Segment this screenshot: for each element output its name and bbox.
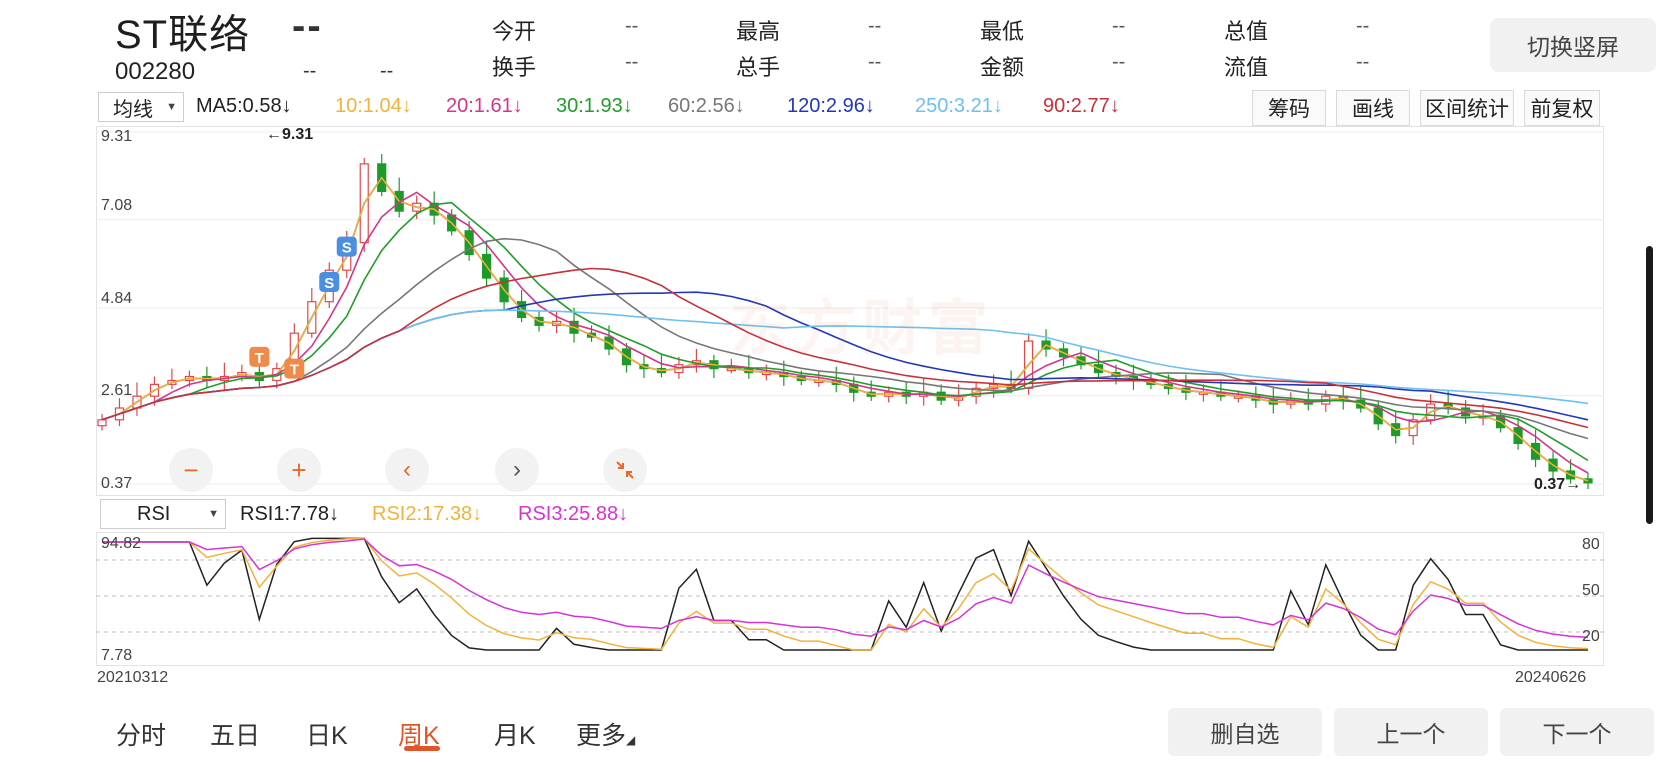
chevron-down-icon: ▼ xyxy=(166,101,177,113)
candle-body xyxy=(97,419,107,427)
quote-label-float-value: 流值 xyxy=(1224,55,1269,80)
zoom-out-button[interactable]: − xyxy=(169,448,213,492)
rsi-level-20: 20 xyxy=(1582,628,1600,645)
scroll-right-button[interactable]: › xyxy=(495,448,539,492)
quote-value-float-value: -- xyxy=(1356,51,1370,73)
rsi2-value: RSI2:17.38↓ xyxy=(372,503,483,525)
date-end-label: 20240626 xyxy=(1515,669,1587,686)
rsi1-line xyxy=(102,537,1588,651)
rsi-chart[interactable] xyxy=(96,532,1604,666)
corner-triangle-icon: ◢ xyxy=(626,733,636,747)
ma20-value: 20:1.61↓ xyxy=(446,95,523,117)
marker-label: S xyxy=(324,275,334,292)
stock-name: ST联络 xyxy=(115,13,251,57)
quote-value-volume: -- xyxy=(868,51,882,73)
zoom-in-button[interactable]: + xyxy=(277,448,321,492)
y-tick-label: 9.31 xyxy=(101,128,133,145)
quote-value-low: -- xyxy=(1112,15,1126,37)
tab-monthly-k[interactable]: 月K xyxy=(494,716,536,752)
chevron-right-icon: › xyxy=(513,456,521,483)
trade-marker: S xyxy=(336,236,357,257)
date-start-label: 20210312 xyxy=(97,669,169,686)
reset-zoom-button[interactable] xyxy=(603,448,647,492)
tab-more-label: 更多 xyxy=(576,722,627,750)
y-tick-label: 7.08 xyxy=(101,197,133,214)
ma10-value: 10:1.04↓ xyxy=(335,95,412,117)
price-change-pct: -- xyxy=(380,60,394,82)
chevron-left-icon: ‹ xyxy=(403,456,411,483)
ma30-value: 30:1.93↓ xyxy=(556,95,633,117)
trade-marker: T xyxy=(249,346,270,367)
tab-more[interactable]: 更多◢ xyxy=(576,716,635,752)
rsi-min-label: 7.78 xyxy=(101,647,133,664)
ma250-value: 250:3.21↓ xyxy=(915,95,1003,117)
trade-marker: S xyxy=(319,272,340,293)
rsi2-line xyxy=(102,537,1589,651)
chip-distribution-button[interactable]: 筹码 xyxy=(1252,90,1326,126)
tab-intraday[interactable]: 分时 xyxy=(116,716,166,752)
low-price-annotation: 0.37→ xyxy=(1534,476,1582,493)
range-stats-button[interactable]: 区间统计 xyxy=(1420,90,1514,126)
quote-value-open: -- xyxy=(625,15,639,37)
quote-label-high: 最高 xyxy=(736,19,781,44)
quote-label-open: 今开 xyxy=(492,19,537,44)
ma-type-select[interactable]: 均线 ▼ xyxy=(98,92,184,122)
ma120-value: 120:2.96↓ xyxy=(787,95,875,117)
collapse-arrows-icon xyxy=(616,461,634,479)
quote-value-high: -- xyxy=(868,15,882,37)
rsi-max-label: 94.82 xyxy=(101,535,142,552)
rsi-type-label: RSI xyxy=(137,502,171,525)
y-tick-label: 0.37 xyxy=(101,475,133,492)
ma5-value: MA5:0.58↓ xyxy=(196,95,292,117)
watermark: 东方财富 xyxy=(730,295,994,362)
marker-label: T xyxy=(255,350,264,367)
quote-label-total-value: 总值 xyxy=(1224,19,1269,44)
stock-price: -- xyxy=(292,4,323,48)
tab-daily-k[interactable]: 日K xyxy=(306,716,348,752)
forward-adjust-button[interactable]: 前复权 xyxy=(1524,90,1600,126)
plus-icon: + xyxy=(291,454,307,485)
rsi-type-select[interactable]: RSI ▼ xyxy=(100,499,226,529)
chevron-down-icon: ▼ xyxy=(208,508,219,520)
quote-label-low: 最低 xyxy=(980,19,1025,44)
ma-type-label: 均线 xyxy=(113,98,153,121)
y-tick-label: 4.84 xyxy=(101,290,133,307)
minus-icon: − xyxy=(183,454,199,485)
rsi3-line xyxy=(102,538,1589,639)
marker-label: T xyxy=(290,362,299,379)
price-change: -- xyxy=(303,60,317,82)
active-tab-indicator xyxy=(404,746,440,751)
remove-watchlist-button[interactable]: 删自选 xyxy=(1168,708,1322,756)
rotate-screen-button[interactable]: 切换竖屏 xyxy=(1490,18,1656,72)
quote-label-turnover: 换手 xyxy=(492,55,537,80)
ma60-value: 60:2.56↓ xyxy=(668,95,745,117)
rsi-level-50: 50 xyxy=(1582,582,1600,599)
ma90-value: 90:2.77↓ xyxy=(1043,95,1120,117)
previous-stock-button[interactable]: 上一个 xyxy=(1334,708,1488,756)
next-stock-button[interactable]: 下一个 xyxy=(1500,708,1654,756)
high-price-value: 9.31 xyxy=(282,126,314,143)
quote-value-turnover: -- xyxy=(625,51,639,73)
trade-marker: T xyxy=(284,358,305,379)
tab-five-day[interactable]: 五日 xyxy=(210,716,260,752)
rsi-level-80: 80 xyxy=(1582,536,1600,553)
quote-value-amount: -- xyxy=(1112,51,1126,73)
draw-line-button[interactable]: 画线 xyxy=(1336,90,1410,126)
stock-code: 002280 xyxy=(115,58,196,85)
vertical-scrollbar[interactable] xyxy=(1646,246,1653,524)
quote-label-volume: 总手 xyxy=(736,55,781,80)
quote-label-amount: 金额 xyxy=(980,55,1025,80)
y-tick-label: 2.61 xyxy=(101,382,133,399)
rsi3-value: RSI3:25.88↓ xyxy=(518,503,629,525)
scroll-left-button[interactable]: ‹ xyxy=(385,448,429,492)
high-price-annotation: ←9.31 xyxy=(266,126,314,143)
quote-value-total-value: -- xyxy=(1356,15,1370,37)
low-price-value: 0.37 xyxy=(1534,476,1566,493)
marker-label: S xyxy=(342,240,352,257)
rsi1-value: RSI1:7.78↓ xyxy=(240,503,339,525)
